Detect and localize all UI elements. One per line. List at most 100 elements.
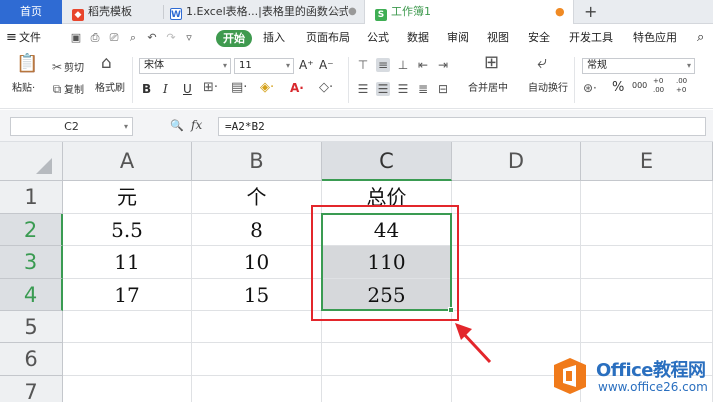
menu-security[interactable]: 安全 — [528, 25, 550, 51]
menu-view[interactable]: 视图 — [487, 25, 509, 51]
cell-c5[interactable] — [322, 311, 452, 343]
tab-workbook[interactable]: S 工作簿1 — [364, 0, 574, 24]
thousands-button[interactable]: 000 — [632, 79, 647, 93]
align-middle-icon[interactable]: ≡ — [376, 58, 390, 74]
preview-icon[interactable]: ⌕ — [127, 32, 139, 44]
menu-start[interactable]: 开始 — [216, 30, 252, 47]
select-all-corner[interactable] — [0, 142, 63, 181]
row-header-5[interactable]: 5 — [0, 311, 63, 343]
row-header-4[interactable]: 4 — [0, 279, 63, 311]
cell-e1[interactable] — [581, 181, 713, 214]
cell-d2[interactable] — [452, 214, 581, 246]
increase-decimal-button[interactable]: +0 .00 — [653, 77, 673, 95]
column-header-b[interactable]: B — [192, 142, 322, 181]
cell-b3[interactable]: 10 — [192, 246, 322, 279]
cell-a5[interactable] — [63, 311, 192, 343]
row-header-2[interactable]: 2 — [0, 214, 63, 246]
italic-button[interactable]: I — [163, 82, 168, 96]
cell-c4[interactable]: 255 — [322, 279, 452, 311]
cell-c1[interactable]: 总价 — [322, 181, 452, 214]
merge-center-icon[interactable]: ⊞ — [484, 54, 499, 72]
cell-a4[interactable]: 17 — [63, 279, 192, 311]
format-painter-icon[interactable]: ⌂ — [101, 55, 112, 72]
save-icon[interactable]: ▣ — [70, 32, 82, 44]
cell-d1[interactable] — [452, 181, 581, 214]
cell-c6[interactable] — [322, 343, 452, 376]
cell-e2[interactable] — [581, 214, 713, 246]
indent-decrease-icon[interactable]: ⇤ — [416, 58, 430, 74]
fill-handle[interactable] — [448, 307, 454, 313]
export-icon[interactable]: ⎙ — [89, 32, 101, 44]
wrap-text-button[interactable]: 自动换行 — [528, 82, 568, 96]
quick-access-dropdown-icon[interactable]: ▿ — [183, 32, 195, 44]
menu-page-layout[interactable]: 页面布局 — [306, 25, 350, 51]
cell-e3[interactable] — [581, 246, 713, 279]
cell-a1[interactable]: 元 — [63, 181, 192, 214]
align-top-icon[interactable]: ⊤ — [356, 58, 370, 74]
monitor-icon[interactable]: ▭ — [332, 6, 341, 17]
paste-icon[interactable]: 📋 — [16, 55, 38, 73]
cell-b5[interactable] — [192, 311, 322, 343]
increase-font-icon[interactable]: A⁺ — [299, 58, 314, 72]
copy-button[interactable]: ⧉ 复制 — [50, 82, 84, 98]
cut-button[interactable]: ✂ 剪切 — [50, 60, 84, 76]
new-tab-button[interactable]: + — [584, 0, 600, 24]
font-size-select[interactable]: 11 ▾ — [234, 58, 294, 74]
cell-a2[interactable]: 5.5 — [63, 214, 192, 246]
menu-data[interactable]: 数据 — [407, 25, 429, 51]
wrap-text-icon[interactable]: ⤶ — [537, 54, 547, 72]
fx-label[interactable]: fx — [191, 118, 202, 132]
cell-e4[interactable] — [581, 279, 713, 311]
decrease-font-icon[interactable]: A⁻ — [319, 58, 334, 72]
font-color-icon[interactable]: A· — [290, 81, 304, 95]
row-header-3[interactable]: 3 — [0, 246, 63, 279]
undo-icon[interactable]: ↶ — [146, 32, 158, 44]
row-header-6[interactable]: 6 — [0, 343, 63, 376]
hamburger-icon[interactable]: ≡ — [6, 25, 17, 51]
cell-c2[interactable]: 44 — [322, 214, 452, 246]
cell-d3[interactable] — [452, 246, 581, 279]
zoom-icon[interactable]: 🔍 — [170, 119, 184, 132]
formula-input[interactable]: =A2*B2 — [218, 117, 706, 136]
row-header-1[interactable]: 1 — [0, 181, 63, 214]
cell-b2[interactable]: 8 — [192, 214, 322, 246]
number-format-select[interactable]: 常规 ▾ — [582, 58, 695, 74]
menu-formulas[interactable]: 公式 — [367, 25, 389, 51]
format-painter-button[interactable]: 格式刷 — [95, 82, 125, 96]
name-box[interactable]: C2 ▾ — [10, 117, 133, 136]
column-header-a[interactable]: A — [63, 142, 192, 181]
print-icon[interactable]: ⎚ — [108, 32, 120, 44]
menu-insert[interactable]: 插入 — [263, 25, 285, 51]
indent-increase-icon[interactable]: ⇥ — [436, 58, 450, 74]
justify-icon[interactable]: ≣ — [416, 82, 430, 98]
distributed-icon[interactable]: ⊟ — [436, 82, 450, 98]
cell-a3[interactable]: 11 — [63, 246, 192, 279]
tab-docer[interactable]: ◆ 稻壳模板 — [72, 0, 166, 24]
cell-c3[interactable]: 110 — [322, 246, 452, 279]
column-header-e[interactable]: E — [581, 142, 713, 181]
redo-icon[interactable]: ↷ — [165, 32, 177, 44]
cell-a7[interactable] — [63, 376, 192, 402]
decrease-decimal-button[interactable]: .00 +0 — [676, 77, 696, 95]
menu-review[interactable]: 审阅 — [447, 25, 469, 51]
cell-d5[interactable] — [452, 311, 581, 343]
menu-developer[interactable]: 开发工具 — [569, 25, 613, 51]
menu-special[interactable]: 特色应用 — [633, 25, 677, 51]
search-icon[interactable]: ⌕ — [697, 25, 704, 51]
cell-b1[interactable]: 个 — [192, 181, 322, 214]
font-name-select[interactable]: 宋体 ▾ — [139, 58, 231, 74]
clear-format-icon[interactable]: ◇· — [319, 81, 333, 95]
cell-d4[interactable] — [452, 279, 581, 311]
column-header-d[interactable]: D — [452, 142, 581, 181]
align-bottom-icon[interactable]: ⊥ — [396, 58, 410, 74]
merge-center-button[interactable]: 合并居中 — [468, 82, 508, 96]
align-center-icon[interactable]: ☰ — [376, 82, 390, 98]
percent-button[interactable]: % — [612, 81, 624, 95]
align-left-icon[interactable]: ☰ — [356, 82, 370, 98]
menu-file[interactable]: 文件 — [19, 25, 41, 51]
bold-button[interactable]: B — [142, 82, 151, 96]
tab-home[interactable]: 首页 — [0, 0, 62, 24]
row-header-7[interactable]: 7 — [0, 376, 63, 402]
underline-button[interactable]: U — [183, 82, 192, 96]
cell-b6[interactable] — [192, 343, 322, 376]
